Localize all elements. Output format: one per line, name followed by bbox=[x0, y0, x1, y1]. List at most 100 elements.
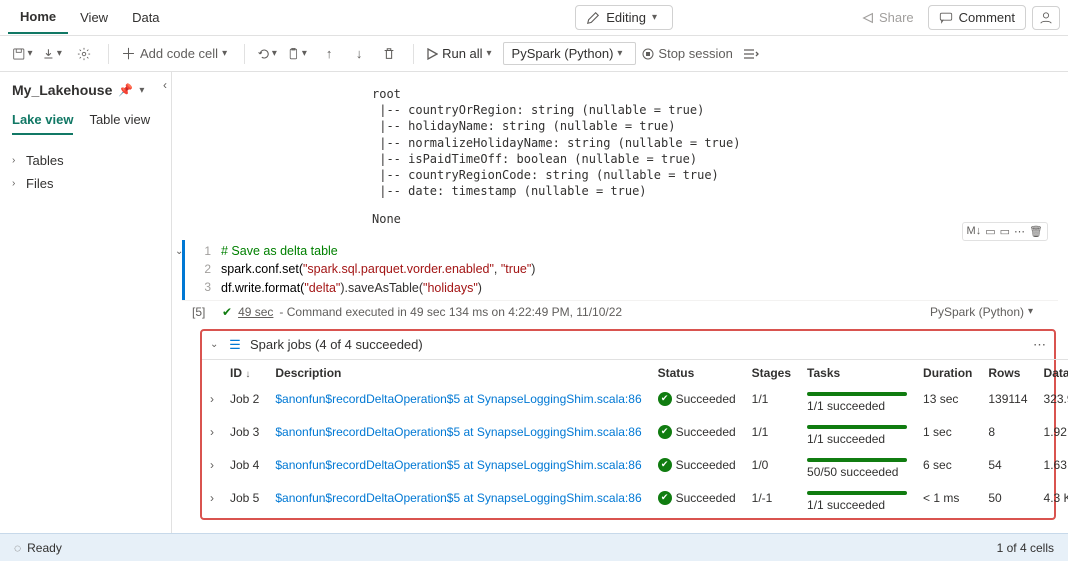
progress-bar bbox=[807, 392, 907, 396]
run-all-label: Run all bbox=[442, 46, 482, 61]
editing-mode-button[interactable]: Editing ▾ bbox=[575, 5, 673, 30]
markdown-tool[interactable]: M↓ bbox=[967, 225, 982, 238]
progress-bar bbox=[807, 458, 907, 462]
notebook-content: root |-- countryOrRegion: string (nullab… bbox=[172, 72, 1068, 533]
table-row[interactable]: ›Job 2 $anonfun$recordDeltaOperation$5 at… bbox=[202, 386, 1068, 419]
lakehouse-sidebar: ‹ My_Lakehouse 📌 ▾ Lake view Table view … bbox=[0, 72, 172, 533]
col-desc[interactable]: Description bbox=[267, 359, 649, 386]
spark-title: Spark jobs (4 of 4 succeeded) bbox=[250, 337, 423, 352]
collapse-spark-button[interactable]: ⌄ bbox=[210, 339, 220, 350]
col-rows[interactable]: Rows bbox=[980, 359, 1035, 386]
exec-status: [5] ✔ 49 sec - Command executed in 49 se… bbox=[182, 300, 1058, 323]
col-read[interactable]: Data read bbox=[1036, 359, 1068, 386]
share-icon bbox=[861, 11, 875, 25]
table-row[interactable]: ›Job 3 $anonfun$recordDeltaOperation$5 at… bbox=[202, 419, 1068, 452]
job-duration: 1 sec bbox=[915, 419, 980, 452]
chevron-down-icon[interactable]: ▾ bbox=[139, 85, 149, 96]
success-icon: ✔ bbox=[658, 392, 672, 406]
table-view-tab[interactable]: Table view bbox=[89, 112, 150, 135]
pin-icon[interactable]: 📌 bbox=[118, 83, 133, 97]
spark-jobs-panel: ⌄ ☰ Spark jobs (4 of 4 succeeded) ⋯ ID ↓… bbox=[200, 329, 1056, 520]
job-tasks: 1/1 succeeded bbox=[799, 419, 915, 452]
variables-button[interactable] bbox=[739, 42, 763, 66]
tab-home[interactable]: Home bbox=[8, 1, 68, 34]
job-link[interactable]: $anonfun$recordDeltaOperation$5 at Synap… bbox=[275, 491, 641, 505]
chevron-right-icon: › bbox=[12, 178, 22, 189]
success-icon: ✔ bbox=[658, 491, 672, 505]
move-down-button[interactable]: ↓ bbox=[347, 42, 371, 66]
delete-cell-button[interactable] bbox=[377, 42, 401, 66]
job-id: Job 4 bbox=[222, 452, 267, 485]
col-status[interactable]: Status bbox=[650, 359, 744, 386]
job-status: ✔Succeeded bbox=[650, 419, 744, 452]
undo-button[interactable]: ▾ bbox=[257, 42, 281, 66]
code-editor[interactable]: ▷ ⌄ 123 # Save as delta table spark.conf… bbox=[182, 240, 1058, 300]
tab-view[interactable]: View bbox=[68, 2, 120, 33]
save-button[interactable]: ▾ bbox=[12, 42, 36, 66]
tool-icon[interactable]: ▭ bbox=[985, 225, 995, 238]
cell-count: 1 of 4 cells bbox=[997, 541, 1054, 555]
people-button[interactable] bbox=[1032, 6, 1060, 30]
trash-icon bbox=[382, 47, 396, 61]
job-stages: 1/1 bbox=[744, 386, 799, 419]
delete-tool[interactable]: 🗑 bbox=[1029, 225, 1043, 238]
chevron-down-icon[interactable]: ⌄ bbox=[175, 246, 183, 257]
success-icon: ✔ bbox=[658, 458, 672, 472]
expand-row-button[interactable]: › bbox=[202, 419, 222, 452]
job-desc: $anonfun$recordDeltaOperation$5 at Synap… bbox=[267, 485, 649, 518]
pencil-icon bbox=[586, 11, 600, 25]
top-ribbon: Home View Data Editing ▾ Share Comment bbox=[0, 0, 1068, 36]
comment-button[interactable]: Comment bbox=[928, 5, 1026, 30]
table-row[interactable]: ›Job 4 $anonfun$recordDeltaOperation$5 at… bbox=[202, 452, 1068, 485]
add-code-cell-button[interactable]: ＋ Add code cell ▾ bbox=[121, 42, 232, 66]
col-stages[interactable]: Stages bbox=[744, 359, 799, 386]
job-link[interactable]: $anonfun$recordDeltaOperation$5 at Synap… bbox=[275, 458, 641, 472]
spark-more[interactable]: ⋯ bbox=[1033, 337, 1046, 353]
col-id[interactable]: ID ↓ bbox=[222, 359, 267, 386]
tool-icon[interactable]: ▭ bbox=[1000, 225, 1010, 238]
check-icon: ✔ bbox=[222, 305, 232, 319]
clipboard-button[interactable]: ▾ bbox=[287, 42, 311, 66]
code-text: # Save as delta table spark.conf.set("sp… bbox=[221, 242, 535, 298]
cell-lang[interactable]: PySpark (Python)▾ bbox=[930, 305, 1052, 319]
job-link[interactable]: $anonfun$recordDeltaOperation$5 at Synap… bbox=[275, 425, 641, 439]
expand-row-button[interactable]: › bbox=[202, 386, 222, 419]
undo-icon bbox=[257, 47, 270, 61]
more-tool[interactable]: ⋯ bbox=[1014, 225, 1025, 238]
kernel-selector[interactable]: PySpark (Python) ▾ bbox=[503, 42, 637, 65]
status-icon: ◌ bbox=[14, 541, 21, 555]
collapse-sidebar-button[interactable]: ‹ bbox=[163, 78, 167, 92]
job-link[interactable]: $anonfun$recordDeltaOperation$5 at Synap… bbox=[275, 392, 641, 406]
notebook-toolbar: ▾ ▾ ＋ Add code cell ▾ ▾ ▾ ↑ ↓ Run all ▾ … bbox=[0, 36, 1068, 72]
share-button[interactable]: Share bbox=[853, 6, 922, 29]
move-up-button[interactable]: ↑ bbox=[317, 42, 341, 66]
job-desc: $anonfun$recordDeltaOperation$5 at Synap… bbox=[267, 452, 649, 485]
expand-row-button[interactable]: › bbox=[202, 452, 222, 485]
tree-tables[interactable]: ›Tables bbox=[12, 149, 159, 172]
download-button[interactable]: ▾ bbox=[42, 42, 66, 66]
comment-label: Comment bbox=[959, 10, 1015, 25]
settings-button[interactable] bbox=[72, 42, 96, 66]
stop-icon bbox=[642, 48, 654, 60]
run-all-button[interactable]: Run all ▾ bbox=[426, 42, 496, 66]
col-tasks[interactable]: Tasks bbox=[799, 359, 915, 386]
exec-tag: [5] bbox=[192, 305, 205, 319]
job-stages: 1/1 bbox=[744, 419, 799, 452]
schema-output: root |-- countryOrRegion: string (nullab… bbox=[372, 82, 1038, 232]
cell-more[interactable]: ⋯ bbox=[186, 526, 1068, 533]
stop-label: Stop session bbox=[658, 46, 732, 61]
job-read: 1.63 KB bbox=[1036, 452, 1068, 485]
tree-files[interactable]: ›Files bbox=[12, 172, 159, 195]
stop-session-button[interactable]: Stop session bbox=[642, 42, 732, 66]
status-bar: ◌ Ready 1 of 4 cells bbox=[0, 533, 1068, 561]
job-id: Job 2 bbox=[222, 386, 267, 419]
schema-text: root |-- countryOrRegion: string (nullab… bbox=[372, 86, 1038, 199]
col-duration[interactable]: Duration bbox=[915, 359, 980, 386]
lake-view-tab[interactable]: Lake view bbox=[12, 112, 73, 135]
share-label: Share bbox=[879, 10, 914, 25]
job-id: Job 3 bbox=[222, 419, 267, 452]
expand-row-button[interactable]: › bbox=[202, 485, 222, 518]
tab-data[interactable]: Data bbox=[120, 2, 171, 33]
gear-icon bbox=[77, 47, 91, 61]
table-row[interactable]: ›Job 5$anonfun$recordDeltaOperation$5 at… bbox=[202, 485, 1068, 518]
